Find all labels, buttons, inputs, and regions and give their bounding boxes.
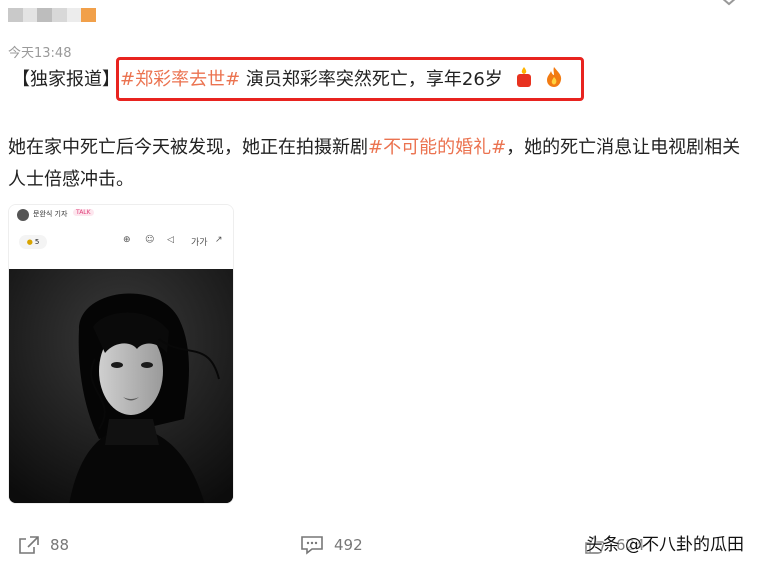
comment-button[interactable]: 492 bbox=[300, 535, 363, 555]
comment-icon bbox=[301, 536, 323, 555]
bot-icon: ☺ bbox=[145, 235, 155, 245]
repost-count: 88 bbox=[50, 536, 70, 554]
post-body-part-1: 她在家中死亡后今天被发现，她正在拍摄新剧 bbox=[8, 137, 368, 158]
reaction-emoji-icon: ● bbox=[26, 238, 33, 246]
headline-hashtag[interactable]: #郑彩率去世# bbox=[120, 69, 240, 90]
repost-button[interactable]: 88 bbox=[18, 535, 69, 555]
font-size-label: 가가 bbox=[191, 238, 208, 248]
talk-badge: TALK bbox=[73, 209, 94, 216]
post-timestamp: 今天13:48 bbox=[8, 46, 72, 61]
headline: 【独家报道】#郑彩率去世# 演员郑彩率突然死亡，享年26岁 bbox=[12, 66, 564, 96]
reaction-count: 5 bbox=[34, 238, 40, 246]
globe-icon: ⊕ bbox=[123, 235, 131, 245]
speaker-icon: ◁ bbox=[167, 235, 174, 245]
headline-text: 演员郑彩率突然死亡，享年26岁 bbox=[245, 69, 503, 90]
post-image-card[interactable]: 문완식 기자 TALK ● 5 ⊕ ☺ ◁ 가가 ↗ bbox=[8, 204, 234, 504]
share-icon: ↗ bbox=[215, 235, 223, 245]
candle-emoji-icon bbox=[513, 66, 535, 96]
body-hashtag[interactable]: #不可能的婚礼# bbox=[368, 137, 506, 158]
fire-emoji-icon bbox=[544, 66, 564, 96]
share-icon bbox=[19, 536, 39, 554]
card-header: 문완식 기자 TALK ● 5 ⊕ ☺ ◁ 가가 ↗ bbox=[9, 205, 233, 269]
portrait-photo bbox=[9, 269, 233, 503]
reporter-name: 문완식 기자 bbox=[33, 210, 68, 218]
watermark: 头条 @不八卦的瓜田 bbox=[585, 535, 744, 555]
post-body: 她在家中死亡后今天被发现，她正在拍摄新剧#不可能的婚礼#，她的死亡消息让电视剧相… bbox=[8, 132, 748, 196]
author-avatar-blurred[interactable] bbox=[8, 8, 97, 36]
reaction-pill: ● 5 bbox=[19, 235, 47, 249]
headline-prefix: 【独家报道】 bbox=[12, 69, 120, 90]
comment-count: 492 bbox=[334, 536, 363, 554]
chevron-down-icon[interactable] bbox=[718, 0, 740, 10]
reporter-avatar bbox=[17, 209, 29, 221]
